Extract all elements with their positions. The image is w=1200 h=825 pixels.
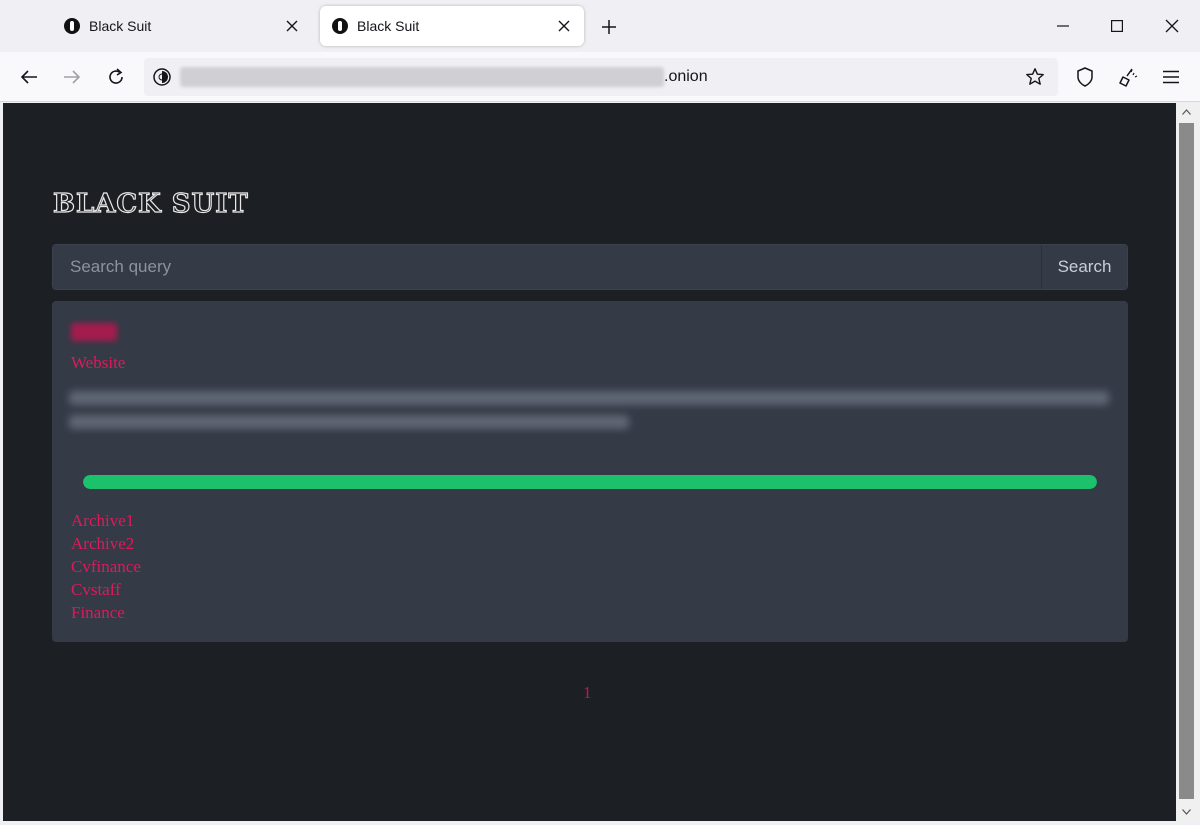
progress-fill — [83, 475, 1097, 489]
security-shield-button[interactable] — [1070, 62, 1100, 92]
close-tab-icon[interactable] — [552, 14, 576, 38]
close-tab-icon[interactable] — [280, 14, 304, 38]
site-favicon-icon — [64, 18, 80, 34]
archive-link[interactable]: Archive1 — [71, 511, 134, 530]
minimize-window-button[interactable] — [1046, 10, 1080, 42]
tab-strip: Black Suit Black Suit — [0, 0, 1200, 52]
archive-list-item: Cvfinance — [71, 555, 141, 578]
vertical-scrollbar[interactable] — [1176, 103, 1197, 821]
forward-arrow-icon — [64, 70, 81, 84]
scrollbar-thumb[interactable] — [1179, 123, 1194, 799]
url-domain-suffix: .onion — [664, 68, 708, 85]
back-button[interactable] — [14, 62, 44, 92]
archive-list-item: Archive1 — [71, 509, 141, 532]
app-menu-button[interactable] — [1156, 62, 1186, 92]
onion-site-icon[interactable] — [152, 67, 172, 87]
entry-name-redacted — [71, 323, 117, 341]
tab-title: Black Suit — [89, 18, 152, 34]
reload-icon — [109, 68, 123, 84]
scroll-down-arrow-icon[interactable] — [1176, 803, 1197, 821]
new-tab-button[interactable] — [596, 14, 622, 40]
navigation-bar: .onion — [0, 52, 1200, 102]
pagination-current-page[interactable]: 1 — [583, 683, 592, 703]
site-title: BLACK SUIT — [52, 188, 249, 219]
archive-link[interactable]: Finance — [71, 603, 125, 622]
redacted-line — [69, 415, 629, 429]
shield-icon — [1077, 67, 1093, 87]
publication-progress-bar — [83, 475, 1097, 489]
maximize-icon — [1111, 20, 1123, 32]
tab-title: Black Suit — [357, 18, 420, 34]
hamburger-menu-icon — [1163, 70, 1179, 84]
redacted-line — [69, 391, 1109, 405]
tab-black-suit-2[interactable]: Black Suit — [320, 6, 584, 46]
maximize-window-button[interactable] — [1100, 10, 1134, 42]
back-arrow-icon — [20, 70, 37, 84]
forward-button[interactable] — [57, 62, 87, 92]
broom-icon — [1119, 68, 1138, 87]
archive-link[interactable]: Cvfinance — [71, 557, 141, 576]
site-favicon-icon — [332, 18, 348, 34]
tab-black-suit-1[interactable]: Black Suit — [52, 6, 312, 46]
archive-link[interactable]: Cvstaff — [71, 580, 121, 599]
search-button[interactable]: Search — [1041, 245, 1127, 289]
entry-description-redacted — [69, 391, 1109, 439]
page-viewport: BLACK SUIT Search Website Archive1Archiv… — [3, 103, 1176, 821]
archive-list-item: Archive2 — [71, 532, 141, 555]
website-link[interactable]: Website — [71, 353, 125, 373]
archive-list-item: Cvstaff — [71, 578, 141, 601]
archive-link[interactable]: Archive2 — [71, 534, 134, 553]
archive-list-item: Finance — [71, 601, 141, 624]
close-window-button[interactable] — [1155, 10, 1189, 42]
close-icon — [1165, 19, 1179, 33]
search-input[interactable] — [53, 245, 1041, 289]
bookmark-star-icon[interactable] — [1020, 62, 1050, 92]
new-identity-button[interactable] — [1113, 62, 1143, 92]
plus-icon — [602, 20, 616, 34]
reload-button[interactable] — [101, 62, 131, 92]
search-form: Search — [52, 244, 1128, 290]
victim-entry-card: Website Archive1 Archive2 Cvfinance Cvstaff… — [52, 301, 1128, 642]
minimize-icon — [1057, 25, 1069, 27]
scroll-up-arrow-icon[interactable] — [1176, 103, 1197, 121]
archive-list: Archive1 Archive2 Cvfinance Cvstaff Finance — [71, 509, 141, 624]
url-redacted — [180, 67, 664, 87]
address-bar[interactable]: .onion — [144, 58, 1058, 96]
